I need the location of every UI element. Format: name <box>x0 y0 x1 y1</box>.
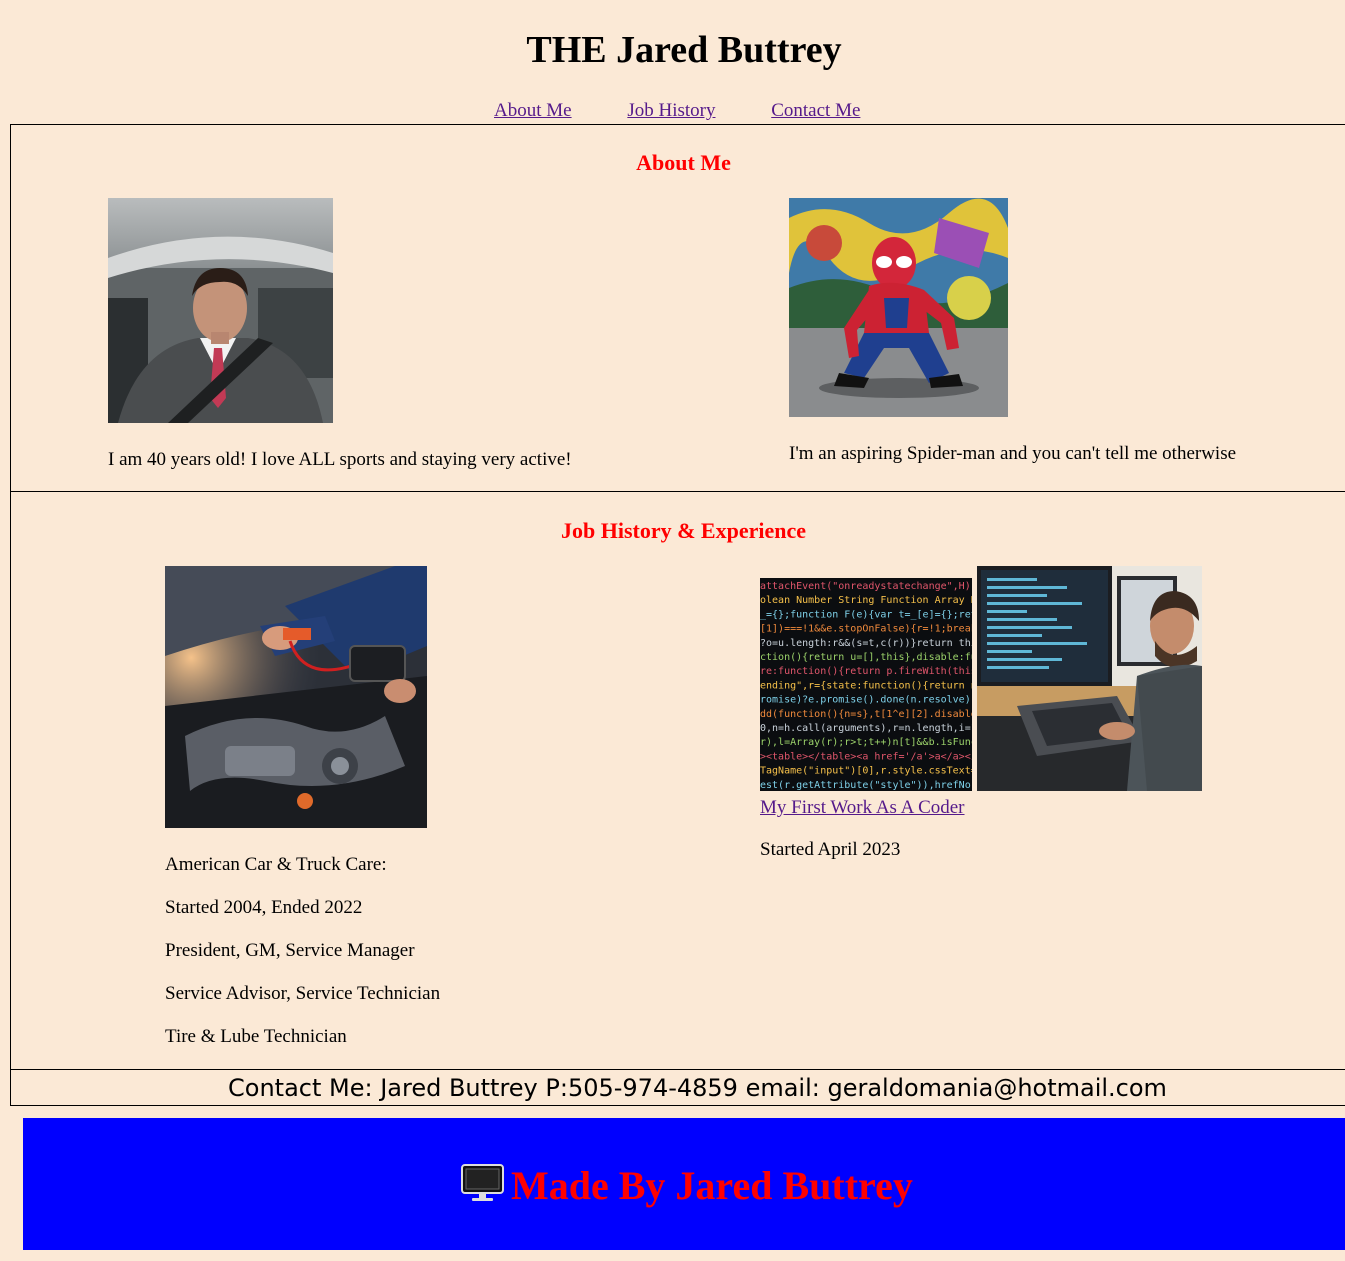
job-left-line-4: Service Advisor, Service Technician <box>165 983 441 1004</box>
car-engine-photo <box>165 566 427 828</box>
code-line: attachEvent("onreadystatechange",H),e.at… <box>760 581 972 592</box>
contact-section: Contact Me: Jared Buttrey P:505-974-4859… <box>10 1069 1345 1106</box>
code-line: romise)?e.promise().done(n.resolve).fail… <box>760 695 972 706</box>
selfie-photo <box>108 198 333 423</box>
job-right-started: Started April 2023 <box>760 839 901 860</box>
code-line: ending",r={state:function(){return n},al… <box>760 680 972 691</box>
job-left-line-3: President, GM, Service Manager <box>165 940 415 961</box>
about-right-caption: I'm an aspiring Spider-man and you can't… <box>789 443 1237 464</box>
about-section-title: About Me <box>636 150 731 175</box>
footer-credit: Made By Jared Buttrey <box>511 1163 913 1208</box>
job-section-title: Job History & Experience <box>560 518 807 543</box>
job-history-section: Job History & Experience American Car & … <box>10 491 1345 1070</box>
nav-link-contact-me[interactable]: Contact Me <box>771 100 860 121</box>
code-line: r),l=Array(r);r>t;t++)n[t]&&b.isFunction… <box>760 737 972 748</box>
coder-at-desk-photo <box>977 566 1202 791</box>
code-line: est(r.getAttribute("style")),hrefNormali… <box>760 780 972 791</box>
job-left-line-5: Tire & Lube Technician <box>165 1026 347 1047</box>
about-section: About Me I am 40 years old! I love ALL s… <box>10 124 1345 492</box>
contact-info: Contact Me: Jared Buttrey P:505-974-4859… <box>228 1074 1167 1102</box>
spiderman-photo <box>789 198 1008 417</box>
about-left-caption: I am 40 years old! I love ALL sports and… <box>108 449 572 470</box>
code-line: dd(function(){n=s},t[1^e][2].disable,t[2… <box>760 709 972 720</box>
job-left-line-2: Started 2004, Ended 2022 <box>165 897 363 918</box>
code-line: ction(){return u=[],this},disable:functi… <box>760 652 972 663</box>
code-line: ><table></table><a href='/a'>a</a><input… <box>760 751 972 762</box>
code-line: TagName("input")[0],r.style.cssText="top… <box>760 766 972 777</box>
page-title: THE Jared Buttrey <box>526 29 842 71</box>
top-nav: About Me Job History Contact Me <box>494 100 911 122</box>
nav-link-job-history[interactable]: Job History <box>627 100 715 121</box>
code-line: 0,n=h.call(arguments),r=n.length,i=1!==r… <box>760 723 972 734</box>
code-line: re:function(){return p.fireWith(this,arg… <box>760 666 972 677</box>
code-screen-photo: attachEvent("onreadystatechange",H),e.at… <box>760 578 972 791</box>
job-left-line-1: American Car & Truck Care: <box>165 854 387 875</box>
nav-link-about-me[interactable]: About Me <box>494 100 572 121</box>
monitor-icon <box>460 1163 505 1208</box>
site-footer: Made By Jared Buttrey <box>23 1118 1345 1250</box>
code-line: olean Number String Function Array Date … <box>760 595 972 606</box>
code-line: _={};function F(e){var t=_[e]={};return … <box>760 609 972 620</box>
first-coder-work-link[interactable]: My First Work As A Coder <box>760 797 965 819</box>
code-line: [1])===!1&&e.stopOnFalse){r=!1;break}n=!… <box>760 624 972 635</box>
code-line: ?o=u.length:r&&(s=t,c(r))}return this},r… <box>760 638 972 649</box>
